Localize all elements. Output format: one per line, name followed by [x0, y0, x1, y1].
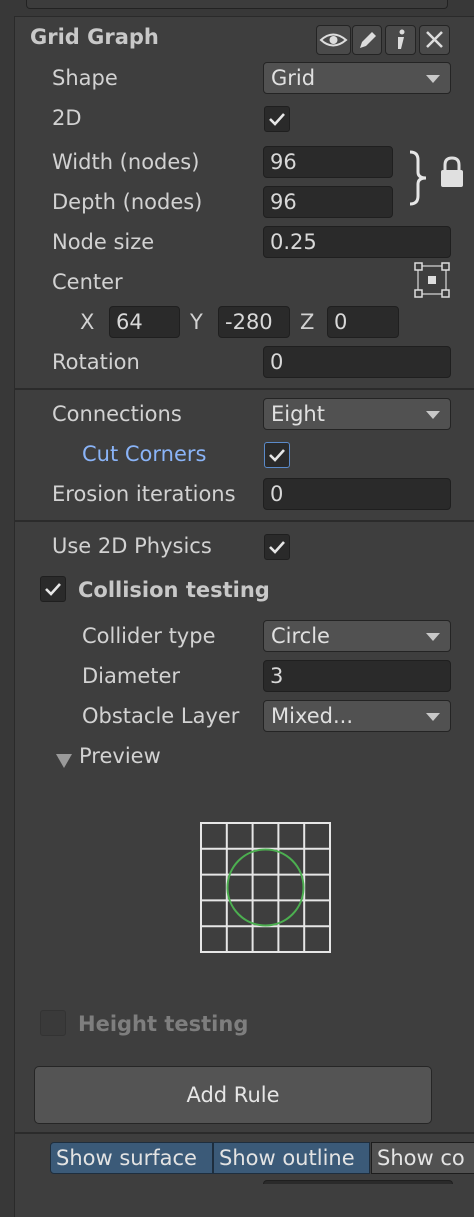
physics2d-label: Use 2D Physics: [52, 534, 212, 558]
preview-label: Preview: [79, 744, 161, 768]
collision-preview: [199, 821, 333, 959]
chevron-down-icon: [426, 713, 440, 721]
collider-type-label: Collider type: [82, 624, 216, 648]
lock-icon[interactable]: [438, 154, 466, 194]
diameter-label: Diameter: [82, 664, 181, 688]
info-icon[interactable]: [385, 25, 416, 55]
rotation-input[interactable]: 0: [263, 346, 451, 378]
snap-center-icon[interactable]: [414, 262, 450, 302]
height-testing-label: Height testing: [78, 1012, 249, 1036]
erosion-label: Erosion iterations: [52, 482, 236, 506]
chevron-down-icon: [426, 411, 440, 419]
next-field-edge: [263, 1180, 453, 1184]
diameter-input[interactable]: 3: [263, 660, 451, 692]
width-input[interactable]: 96: [263, 146, 393, 178]
chevron-down-icon: [426, 75, 440, 83]
center-z-input[interactable]: 0: [327, 306, 399, 338]
add-rule-button[interactable]: Add Rule: [34, 1066, 432, 1124]
connections-value: Eight: [271, 402, 325, 426]
height-testing-checkbox[interactable]: [40, 1010, 66, 1036]
panel-title: Grid Graph: [30, 25, 159, 49]
connections-label: Connections: [52, 402, 182, 426]
section-divider: [14, 1132, 474, 1134]
center-label: Center: [52, 270, 123, 294]
show-outline-button[interactable]: Show outline: [213, 1142, 370, 1174]
center-x-label: X: [80, 310, 95, 334]
collider-type-dropdown[interactable]: Circle: [263, 620, 451, 652]
checkmark-icon: [269, 113, 285, 126]
rotation-label: Rotation: [52, 350, 140, 374]
depth-label: Depth (nodes): [52, 190, 203, 214]
obstacle-layer-value: Mixed...: [271, 704, 354, 728]
center-z-label: Z: [300, 310, 315, 334]
depth-input[interactable]: 96: [263, 186, 393, 218]
node-size-label: Node size: [52, 230, 155, 254]
eye-icon[interactable]: [316, 25, 351, 55]
collider-type-value: Circle: [271, 624, 330, 648]
show-connections-button[interactable]: Show co: [371, 1142, 474, 1174]
width-label: Width (nodes): [52, 150, 200, 174]
obstacle-layer-dropdown[interactable]: Mixed...: [263, 700, 451, 732]
top-strip: [26, 0, 448, 9]
close-icon[interactable]: [419, 25, 450, 55]
collision-checkbox[interactable]: [40, 576, 66, 602]
chevron-down-icon: [426, 633, 440, 641]
connections-dropdown[interactable]: Eight: [263, 398, 451, 430]
physics2d-checkbox[interactable]: [264, 534, 290, 560]
cut-corners-label: Cut Corners: [82, 442, 207, 466]
triangle-down-icon: [56, 754, 72, 768]
pencil-icon[interactable]: [352, 25, 382, 55]
checkmark-icon: [269, 541, 285, 554]
section-divider: [14, 520, 474, 522]
erosion-input[interactable]: 0: [263, 478, 451, 510]
cut-corners-checkbox[interactable]: [264, 442, 290, 468]
checkmark-icon: [269, 449, 285, 462]
center-x-input[interactable]: 64: [109, 306, 180, 338]
collision-label: Collision testing: [78, 578, 270, 602]
center-y-input[interactable]: -280: [218, 306, 290, 338]
shape-value: Grid: [271, 66, 316, 90]
show-surface-button[interactable]: Show surface: [50, 1142, 213, 1174]
center-y-label: Y: [190, 310, 203, 334]
shape-dropdown[interactable]: Grid: [263, 62, 451, 94]
two-d-checkbox[interactable]: [264, 106, 290, 132]
node-size-input[interactable]: 0.25: [263, 226, 451, 258]
shape-label: Shape: [52, 66, 118, 90]
two-d-label: 2D: [52, 106, 82, 130]
obstacle-layer-label: Obstacle Layer: [82, 704, 240, 728]
brace-icon: [404, 148, 430, 212]
checkmark-icon: [45, 583, 61, 596]
section-divider: [14, 388, 474, 390]
